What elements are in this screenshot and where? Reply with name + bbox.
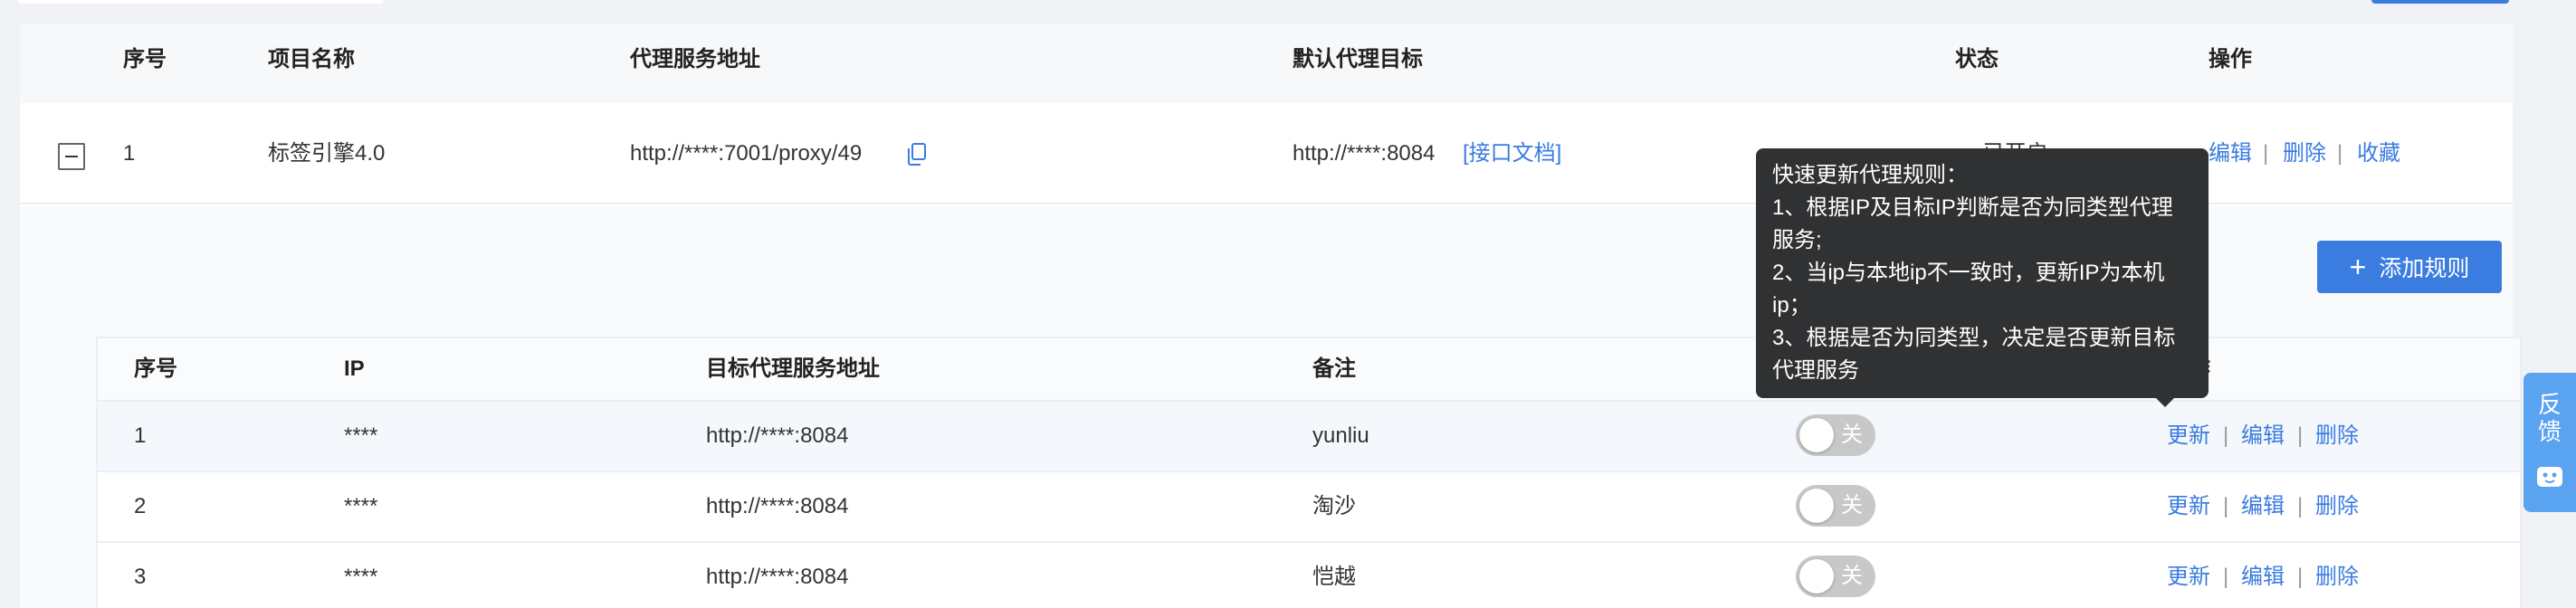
header-proxy-address: 代理服务地址: [630, 47, 760, 71]
action-separator: |: [2223, 494, 2229, 518]
rule-index: 1: [134, 423, 147, 448]
rule-ip: ****: [344, 423, 378, 448]
update-rule-link[interactable]: 更新: [2167, 422, 2210, 451]
proxy-address: http://****:7001/proxy/49: [630, 141, 863, 166]
default-target: http://****:8084: [1293, 141, 1436, 166]
add-rule-button[interactable]: + 添加规则: [2317, 241, 2502, 293]
plus-icon: +: [2349, 251, 2367, 283]
rule-target: http://****:8084: [706, 423, 849, 448]
top-button-edge[interactable]: [2371, 0, 2509, 4]
rule-row: 1 **** http://****:8084 yunliu 关 更新 | 编辑…: [98, 400, 2520, 470]
project-table-card: 序号 项目名称 代理服务地址 默认代理目标 状态 操作 1 标签引擎4.0 ht…: [20, 24, 2522, 608]
rule-row: 3 **** http://****:8084 恺越 关 更新 | 编辑 | 删…: [98, 541, 2520, 608]
delete-project-link[interactable]: 删除: [2283, 139, 2326, 168]
collapse-row-button[interactable]: [58, 143, 85, 170]
rule-ip: ****: [344, 494, 378, 518]
action-separator: |: [2297, 423, 2304, 448]
tooltip-title: 快速更新代理规则：: [1772, 163, 1968, 187]
action-separator: |: [2263, 141, 2269, 166]
feedback-tab[interactable]: 反 馈: [2524, 373, 2576, 512]
action-separator: |: [2223, 423, 2229, 448]
top-search-edge: [18, 0, 384, 4]
outer-table-header: 序号 项目名称 代理服务地址 默认代理目标 状态 操作: [20, 24, 2513, 103]
rules-header-target: 目标代理服务地址: [706, 356, 880, 381]
toggle-label: 关: [1841, 564, 1863, 588]
action-separator: |: [2337, 141, 2343, 166]
toggle-label: 关: [1841, 493, 1863, 518]
toggle-knob: [1799, 559, 1834, 594]
rule-target: http://****:8084: [706, 565, 849, 589]
rules-header-remark: 备注: [1312, 356, 1356, 381]
header-status: 状态: [1955, 47, 1999, 71]
action-separator: |: [2297, 565, 2304, 589]
edit-rule-link[interactable]: 编辑: [2241, 422, 2285, 451]
feedback-label: 反: [2537, 391, 2562, 418]
rule-remark: 淘沙: [1312, 494, 1356, 518]
tooltip-line: 1、根据IP及目标IP判断是否为同类型代理服务;: [1772, 195, 2173, 252]
update-rule-link[interactable]: 更新: [2167, 563, 2210, 592]
project-name: 标签引擎4.0: [268, 141, 386, 166]
rule-ip: ****: [344, 565, 378, 589]
rule-index: 3: [134, 565, 147, 589]
copy-icon[interactable]: [907, 143, 927, 166]
rule-row: 2 **** http://****:8084 淘沙 关 更新 | 编辑 | 删…: [98, 470, 2520, 541]
delete-rule-link[interactable]: 删除: [2315, 422, 2359, 451]
add-rule-label: 添加规则: [2379, 256, 2470, 281]
toggle-knob: [1799, 418, 1834, 452]
update-rule-link[interactable]: 更新: [2167, 492, 2210, 521]
feedback-label: 馈: [2537, 418, 2562, 445]
header-index: 序号: [123, 47, 167, 71]
tooltip-line: 3、根据是否为同类型，决定是否更新目标代理服务: [1772, 326, 2176, 383]
rule-toggle[interactable]: 关: [1796, 485, 1875, 527]
update-rule-tooltip: 快速更新代理规则： 1、根据IP及目标IP判断是否为同类型代理服务; 2、当ip…: [1756, 148, 2209, 407]
api-doc-link[interactable]: [接口文档]: [1463, 139, 1561, 168]
edit-rule-link[interactable]: 编辑: [2241, 563, 2285, 592]
toggle-label: 关: [1841, 423, 1863, 447]
rule-toggle[interactable]: 关: [1796, 414, 1875, 456]
rules-header-index: 序号: [134, 356, 177, 381]
header-actions: 操作: [2209, 47, 2252, 71]
edit-rule-link[interactable]: 编辑: [2241, 492, 2285, 521]
toggle-knob: [1799, 489, 1834, 523]
action-separator: |: [2223, 565, 2229, 589]
rules-header-ip: IP: [344, 356, 365, 381]
rule-index: 2: [134, 494, 147, 518]
tooltip-line: 2、当ip与本地ip不一致时，更新IP为本机ip；: [1772, 261, 2165, 318]
robot-face-icon: [2537, 467, 2562, 487]
favorite-project-link[interactable]: 收藏: [2357, 139, 2400, 168]
rule-remark: 恺越: [1312, 565, 1356, 589]
edit-project-link[interactable]: 编辑: [2209, 139, 2252, 168]
header-project-name: 项目名称: [268, 47, 355, 71]
header-default-target: 默认代理目标: [1293, 47, 1423, 71]
rule-remark: yunliu: [1312, 423, 1369, 448]
row-index: 1: [123, 141, 136, 166]
rule-target: http://****:8084: [706, 494, 849, 518]
action-separator: |: [2297, 494, 2304, 518]
rule-toggle[interactable]: 关: [1796, 556, 1875, 597]
delete-rule-link[interactable]: 删除: [2315, 563, 2359, 592]
delete-rule-link[interactable]: 删除: [2315, 492, 2359, 521]
